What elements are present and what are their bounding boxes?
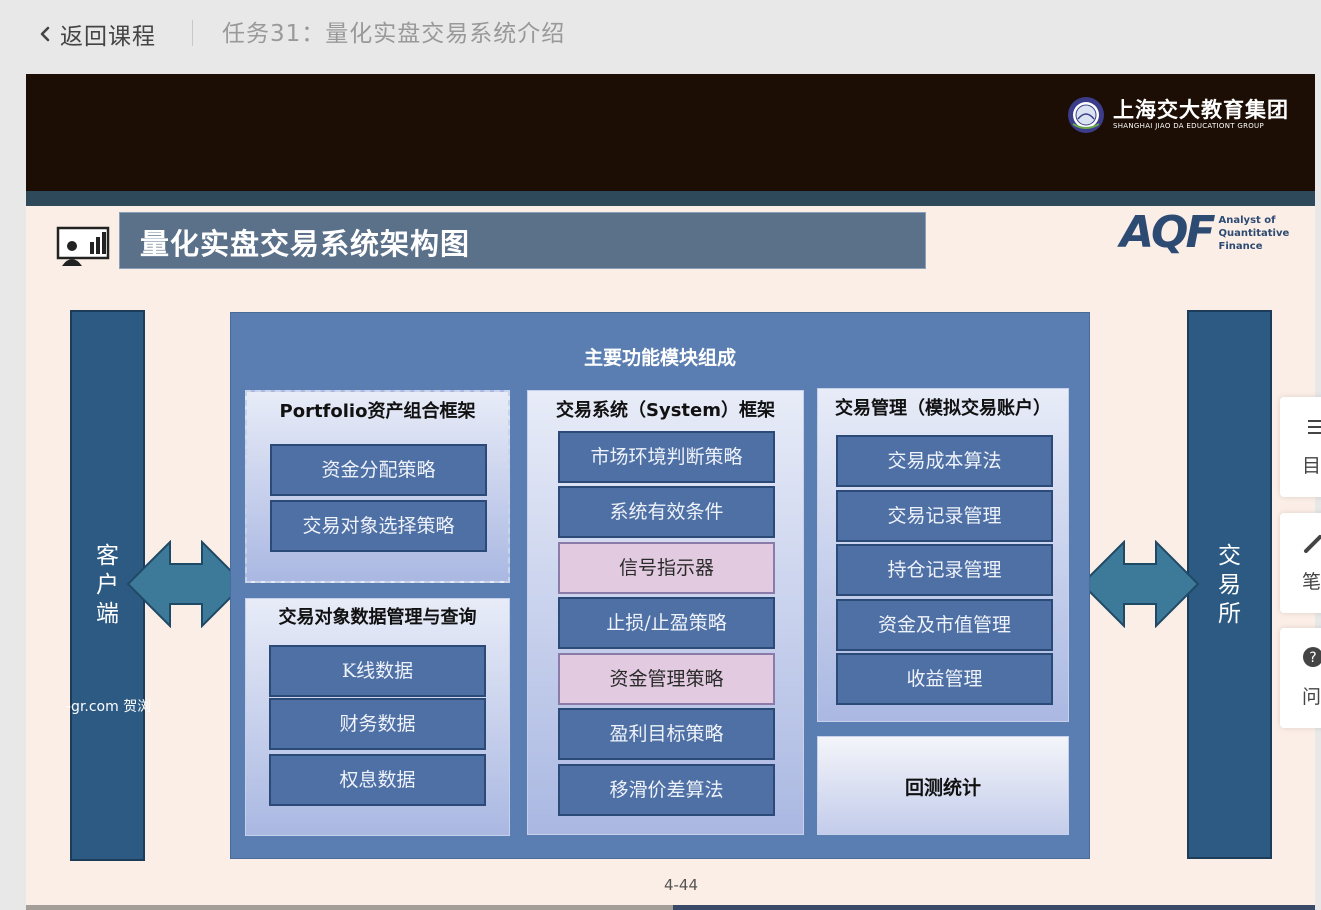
module-item-highlighted: 资金管理策略: [558, 653, 775, 705]
back-label: 返回课程: [60, 24, 156, 50]
portfolio-panel: Portfolio资产组合框架 资金分配策略 交易对象选择策略: [245, 390, 510, 583]
question-label: 问: [1302, 686, 1321, 708]
question-button[interactable]: ? 问: [1280, 628, 1321, 728]
data-management-panel: 交易对象数据管理与查询 K线数据 财务数据 权息数据: [245, 598, 510, 836]
module-item: 资金分配策略: [270, 444, 487, 496]
question-icon: ?: [1303, 647, 1321, 667]
module-item: 移滑价差算法: [558, 764, 775, 816]
sjtu-education-logo: 上海交大教育集团 SHANGHAI JIAO DA EDUCATIONT GRO…: [1067, 96, 1289, 134]
backtest-label: 回测统计: [904, 777, 981, 799]
main-modules-heading: 主要功能模块组成: [583, 347, 736, 369]
module-item: K线数据: [269, 645, 486, 697]
module-item: 盈利目标策略: [558, 708, 775, 760]
slide-progress-bar: [26, 905, 1315, 910]
slide-header-band: [26, 191, 1315, 206]
task-title: 任务31：量化实盘交易系统介绍: [222, 21, 566, 47]
module-item: 系统有效条件: [558, 486, 775, 538]
module-item: 财务数据: [269, 698, 486, 750]
module-item: 交易记录管理: [836, 490, 1053, 542]
presentation-chart-icon: [56, 226, 110, 266]
back-to-course-button[interactable]: 返回课程: [36, 18, 156, 50]
module-item: 资金及市值管理: [836, 599, 1053, 651]
catalog-button[interactable]: 目: [1280, 397, 1321, 497]
trading-system-panel: 交易系统（System）框架 市场环境判断策略 系统有效条件 信号指示器 止损/…: [527, 390, 804, 835]
pen-icon: [1304, 535, 1321, 553]
slide-title: 量化实盘交易系统架构图: [140, 227, 471, 261]
trade-management-panel-title: 交易管理（模拟交易账户）: [835, 398, 1051, 419]
module-item: 交易对象选择策略: [270, 500, 487, 552]
aqf-mark: AQF: [1120, 207, 1216, 258]
data-management-panel-title: 交易对象数据管理与查询: [278, 607, 477, 628]
university-seal-icon: [1068, 97, 1104, 133]
double-arrow-icon: [126, 540, 246, 628]
module-item-highlighted: 信号指示器: [558, 542, 775, 594]
module-item: 止损/止盈策略: [558, 597, 775, 649]
module-item: 市场环境判断策略: [558, 431, 775, 483]
aqf-subtitle-line1: Analyst of: [1218, 214, 1276, 226]
slide-title-bar: 量化实盘交易系统架构图: [119, 212, 926, 269]
logo-chinese-name: 上海交大教育集团: [1113, 96, 1289, 122]
backtest-stats-box: 回测统计: [817, 736, 1069, 835]
trade-management-panel: 交易管理（模拟交易账户） 交易成本算法 交易记录管理 持仓记录管理 资金及市值管…: [817, 388, 1069, 722]
top-bar: 返回课程 任务31：量化实盘交易系统介绍: [0, 0, 1321, 70]
notes-label: 笔: [1302, 571, 1321, 593]
aqf-subtitle-line2: Quantitative Finance: [1218, 227, 1290, 252]
slide-viewer: 上海交大教育集团 SHANGHAI JIAO DA EDUCATIONT GRO…: [26, 74, 1315, 910]
divider: [192, 20, 193, 46]
exchange-label: 交易所: [1218, 543, 1241, 627]
watermark-text: -gr.com 贺浏: [66, 699, 152, 715]
catalog-label: 目: [1302, 455, 1321, 477]
module-item: 持仓记录管理: [836, 544, 1053, 596]
trading-system-panel-title: 交易系统（System）框架: [556, 400, 775, 421]
catalog-icon: [1308, 420, 1321, 434]
aqf-logo: AQF Analyst of Quantitative Finance: [1120, 210, 1315, 256]
notes-button[interactable]: 笔: [1280, 513, 1321, 613]
module-item: 交易成本算法: [836, 435, 1053, 487]
module-item: 权息数据: [269, 754, 486, 806]
chevron-left-icon: [40, 26, 50, 42]
portfolio-panel-title: Portfolio资产组合框架: [279, 401, 476, 422]
slide-page-number: 4-44: [663, 876, 699, 894]
module-item: 收益管理: [836, 653, 1053, 705]
logo-english-name: SHANGHAI JIAO DA EDUCATIONT GROUP: [1113, 121, 1265, 130]
double-arrow-icon: [1080, 540, 1200, 628]
svg-text:?: ?: [1309, 650, 1316, 666]
